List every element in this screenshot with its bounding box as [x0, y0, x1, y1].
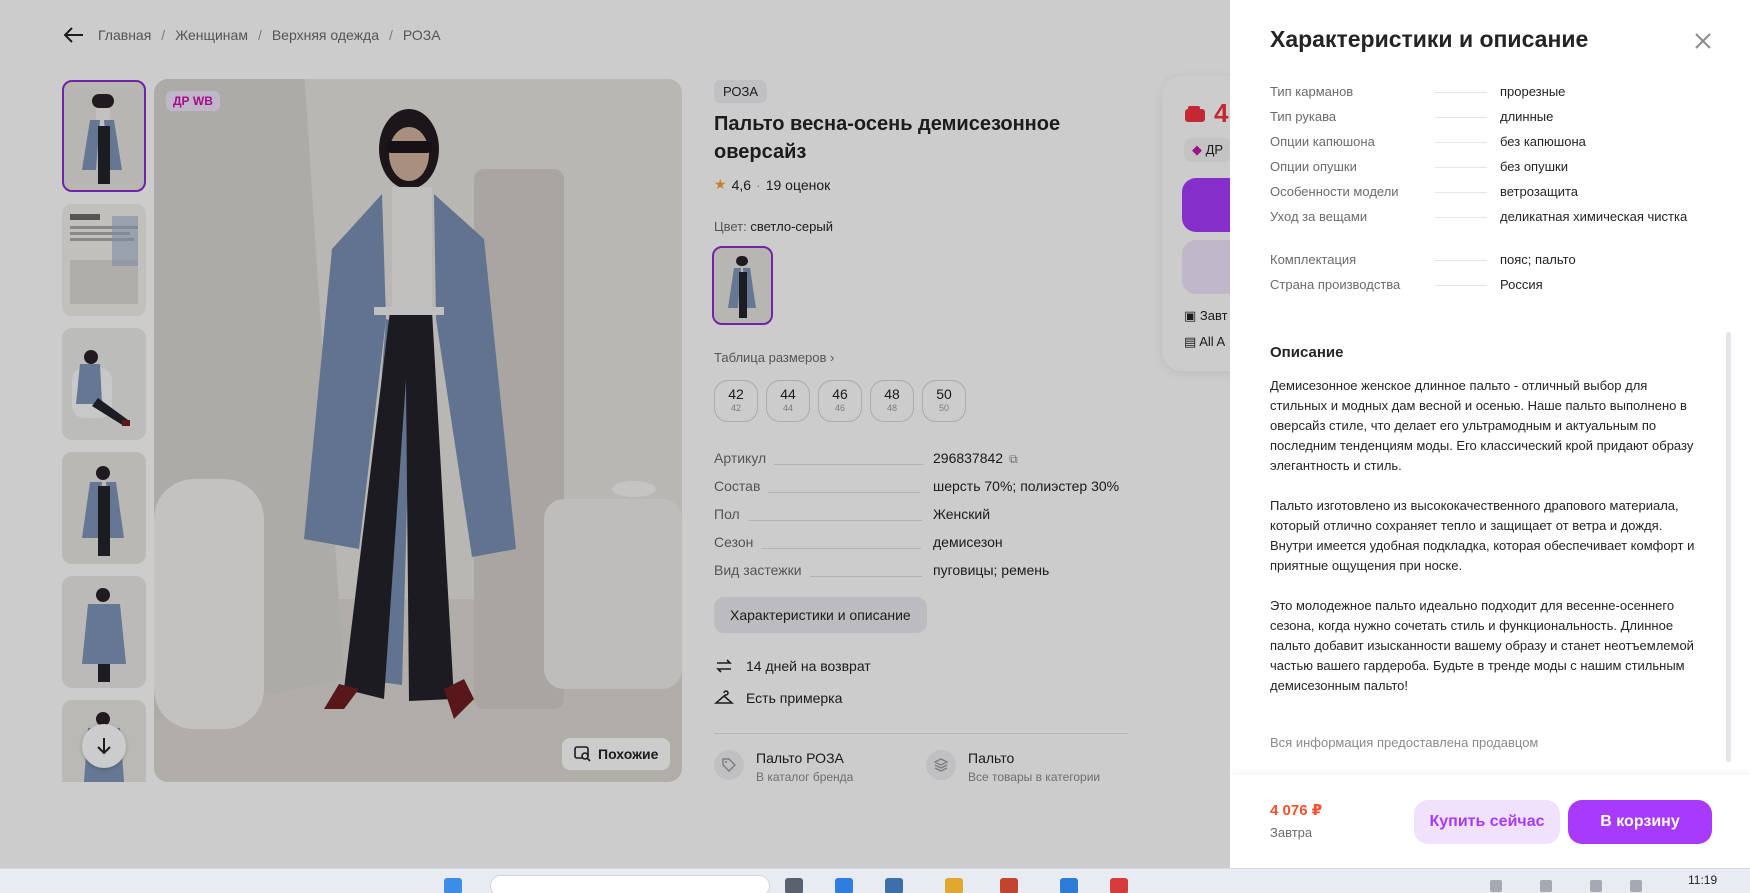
- panel-scroll-area[interactable]: Тип карманов прорезные Тип рукава длинные …: [1230, 70, 1750, 775]
- tray-icon[interactable]: [1590, 880, 1602, 892]
- panel-spec-row: Тип карманов прорезные: [1270, 82, 1710, 107]
- taskview-icon[interactable]: [785, 878, 803, 893]
- description-paragraph: Демисезонное женское длинное пальто - от…: [1270, 378, 1694, 473]
- tray-icon[interactable]: [1630, 880, 1642, 892]
- panel-specs: Тип карманов прорезные Тип рукава длинные …: [1270, 82, 1710, 300]
- panel-title: Характеристики и описание: [1270, 26, 1589, 52]
- panel-spec-key: Тип карманов: [1270, 84, 1354, 99]
- panel-spec-value: пояс; пальто: [1500, 252, 1576, 267]
- description-text: Демисезонное женское длинное пальто - от…: [1270, 376, 1700, 716]
- panel-spec-row: Уход за вещами деликатная химическая чист…: [1270, 207, 1710, 250]
- description-paragraph: Пальто изготовлено из высококачественног…: [1270, 498, 1695, 573]
- characteristics-panel: Характеристики и описание Тип карманов пр…: [1230, 0, 1750, 868]
- store-icon[interactable]: [885, 878, 903, 893]
- spec-dots: [1435, 142, 1487, 143]
- buy-now-button[interactable]: Купить сейчас: [1414, 800, 1560, 844]
- panel-spec-value: длинные: [1500, 109, 1554, 124]
- windows-start-icon[interactable]: [444, 878, 462, 893]
- browser-icon[interactable]: [1000, 878, 1018, 893]
- modal-overlay[interactable]: [0, 0, 1230, 868]
- copilot-icon[interactable]: [835, 878, 853, 893]
- panel-spec-key: Страна производства: [1270, 277, 1401, 292]
- panel-delivery: Завтра: [1270, 825, 1313, 840]
- panel-spec-key: Тип рукава: [1270, 109, 1337, 124]
- spec-dots: [1435, 117, 1487, 118]
- spec-dots: [1435, 217, 1487, 218]
- description-paragraph: Это молодежное пальто идеально подходит …: [1270, 598, 1694, 693]
- app-icon[interactable]: [1110, 878, 1128, 893]
- panel-footer: 4 076 ₽ Завтра Купить сейчас В корзину: [1230, 775, 1750, 868]
- tray-icon[interactable]: [1490, 880, 1502, 892]
- description-title: Описание: [1270, 344, 1344, 361]
- panel-spec-key: Особенности модели: [1270, 184, 1399, 199]
- folder-icon[interactable]: [945, 878, 963, 893]
- seller-note: Вся информация предоставлена продавцом: [1270, 735, 1539, 750]
- spec-dots: [1435, 260, 1487, 261]
- panel-spec-key: Уход за вещами: [1270, 209, 1368, 224]
- panel-spec-value: деликатная химическая чистка: [1500, 209, 1688, 224]
- panel-spec-row: Комплектация пояс; пальто: [1270, 250, 1710, 275]
- panel-spec-key: Комплектация: [1270, 252, 1357, 267]
- taskbar: 11:19: [0, 868, 1750, 893]
- panel-spec-row: Опции опушки без опушки: [1270, 157, 1710, 182]
- panel-spec-row: Тип рукава длинные: [1270, 107, 1710, 132]
- panel-spec-value: Россия: [1500, 277, 1543, 292]
- mail-icon[interactable]: [1060, 878, 1078, 893]
- panel-spec-value: без опушки: [1500, 159, 1568, 174]
- spec-dots: [1435, 285, 1487, 286]
- close-icon[interactable]: [1692, 30, 1714, 52]
- panel-spec-key: Опции капюшона: [1270, 134, 1375, 149]
- spec-dots: [1435, 192, 1487, 193]
- panel-spec-value: ветрозащита: [1500, 184, 1579, 199]
- panel-spec-value: прорезные: [1500, 84, 1566, 99]
- panel-price: 4 076 ₽: [1270, 802, 1323, 819]
- panel-spec-row: Страна производства Россия: [1270, 275, 1710, 300]
- taskbar-search[interactable]: [490, 875, 770, 893]
- add-to-cart-button[interactable]: В корзину: [1568, 800, 1712, 844]
- panel-spec-row: Опции капюшона без капюшона: [1270, 132, 1710, 157]
- panel-spec-value: без капюшона: [1500, 134, 1586, 149]
- tray-icon[interactable]: [1540, 880, 1552, 892]
- clock[interactable]: 11:19: [1688, 873, 1717, 887]
- panel-spec-row: Особенности модели ветрозащита: [1270, 182, 1710, 207]
- spec-dots: [1435, 92, 1487, 93]
- panel-spec-key: Опции опушки: [1270, 159, 1357, 174]
- panel-scrollbar[interactable]: [1726, 332, 1731, 762]
- spec-dots: [1435, 167, 1487, 168]
